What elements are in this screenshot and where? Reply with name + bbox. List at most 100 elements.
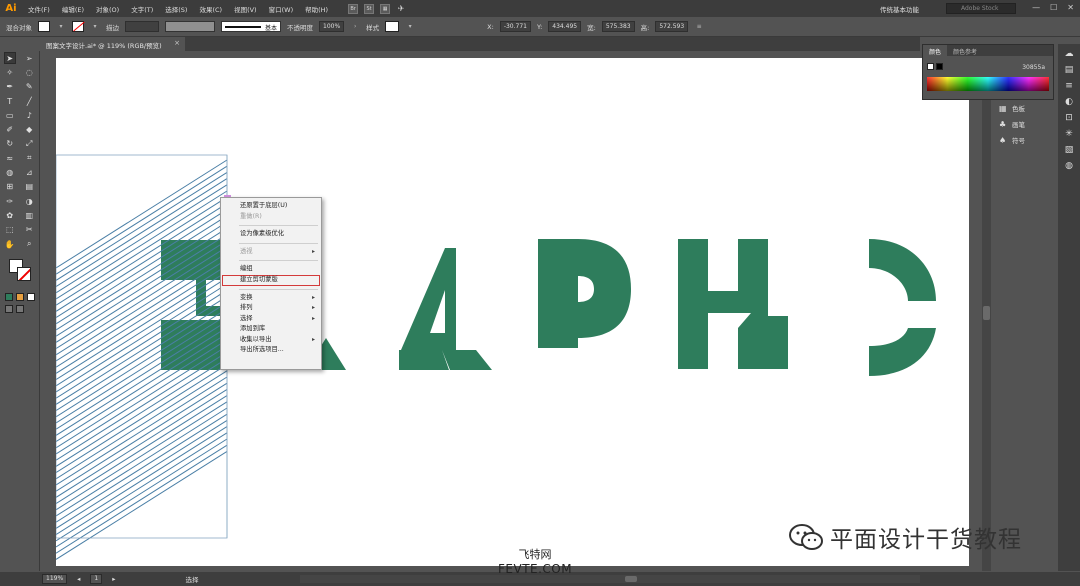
width-tool-icon[interactable]: ≈ [4,152,16,164]
fill-dropdown-icon[interactable]: ▾ [56,21,66,32]
rotate-tool-icon[interactable]: ↻ [4,138,16,150]
menu-item[interactable]: 选择(S) [159,4,193,14]
artboard[interactable] [55,58,969,566]
brush-definition[interactable]: 基本 [221,21,281,32]
zoom-field[interactable]: 119% [42,574,68,584]
menu-item[interactable]: 效果(C) [193,4,228,14]
menu-item[interactable]: 编辑(E) [56,4,90,14]
blend-tool-icon[interactable]: ◑ [23,195,35,207]
opacity-dropdown-icon[interactable]: › [350,21,360,32]
color-spectrum[interactable] [927,77,1049,91]
slice-tool-icon[interactable]: ✂ [23,224,35,236]
context-menu-item[interactable]: 收集以导出 ▸ [221,335,321,346]
menu-item[interactable]: 文件(F) [22,4,56,14]
type-tool-icon[interactable]: T [4,95,16,107]
stroke-dropdown-icon[interactable]: ▾ [90,21,100,32]
x-field[interactable]: -30.771 [499,21,531,32]
stroke-swatch[interactable] [72,21,84,32]
artboard-tool-icon[interactable]: ⬚ [4,224,16,236]
transparency-icon[interactable]: ◍ [1062,160,1076,172]
context-menu-item[interactable]: 编组 [221,264,321,275]
transform-icon[interactable]: ⊡ [1062,112,1076,124]
eraser-tool-icon[interactable]: ◆ [23,124,35,136]
maximize-button[interactable]: ☐ [1050,3,1057,12]
context-menu-item[interactable]: 还原置于底层(U) [221,201,321,212]
h-field[interactable]: 572.593 [655,21,689,32]
zoom-tool-icon[interactable]: ⌕ [23,238,35,250]
transform-options-icon[interactable]: ≡ [694,21,704,32]
shaper-tool-icon[interactable]: ✐ [4,124,16,136]
symbol-sprayer-tool-icon[interactable]: ✿ [4,209,16,221]
artboard-number-field[interactable]: 1 [90,574,103,584]
hex-value[interactable]: 30855a [1022,64,1045,71]
cp-stroke-swatch[interactable] [936,63,943,70]
rectangle-tool-icon[interactable]: ▭ [4,109,16,121]
draw-mode-button[interactable] [5,305,13,314]
vertical-scroll-thumb[interactable] [983,306,990,320]
brushes-panel-button[interactable]: ♣ 画笔 [993,116,1053,132]
properties-icon[interactable]: ▤ [1062,64,1076,76]
workspace-switcher[interactable]: 传统基本功能 [880,4,919,14]
menu-item[interactable]: 对象(O) [90,4,125,14]
next-artboard-icon[interactable]: ▸ [112,575,115,583]
scale-tool-icon[interactable]: ⤢ [23,138,35,150]
stroke-icon[interactable]: ✳ [1062,128,1076,140]
hand-tool-icon[interactable]: ✋ [4,238,16,250]
menu-item[interactable]: 文字(T) [125,4,159,14]
context-menu-item[interactable]: 设为像素级优化 [221,229,321,240]
horizontal-scrollbar[interactable] [300,575,920,583]
tab-color[interactable]: 颜色 [923,45,948,56]
line-tool-icon[interactable]: ╱ [23,95,35,107]
style-dropdown-icon[interactable]: ▾ [405,21,415,32]
stock-search-input[interactable]: Adobe Stock [946,3,1016,14]
opacity-field[interactable]: 100% [319,21,345,32]
tab-color-guide[interactable]: 颜色参考 [947,45,983,56]
eyedropper-tool-icon[interactable]: ✑ [4,195,16,207]
stroke-weight-field[interactable] [125,21,159,32]
free-transform-tool-icon[interactable]: ⌗ [23,152,35,164]
y-field[interactable]: 434.495 [548,21,582,32]
bridge-icon[interactable]: Br [348,3,359,14]
appearance-icon[interactable]: ◐ [1062,96,1076,108]
close-tab-icon[interactable]: × [174,39,180,47]
paintbrush-tool-icon[interactable]: ♪ [23,109,35,121]
gradient-tool-icon[interactable]: ▤ [23,181,35,193]
pen-tool-icon[interactable]: ✒ [4,81,16,93]
magic-wand-tool-icon[interactable]: ✧ [4,66,16,78]
none-mode-button[interactable] [27,293,35,302]
gradient-mode-button[interactable] [16,293,24,302]
horizontal-scroll-thumb[interactable] [625,576,637,582]
color-mode-button[interactable] [5,293,13,302]
lasso-tool-icon[interactable]: ◌ [23,66,35,78]
menu-item[interactable]: 视图(V) [228,4,263,14]
canvas-area[interactable] [40,51,969,571]
curvature-tool-icon[interactable]: ✎ [23,81,35,93]
make-clipping-mask-item[interactable]: 建立剪切蒙版 [222,274,320,286]
context-menu-item[interactable]: 选择 ▸ [221,314,321,325]
context-menu-item[interactable]: 变换 ▸ [221,293,321,304]
graphic-style-swatch[interactable] [385,21,400,32]
shape-builder-tool-icon[interactable]: ◍ [4,167,16,179]
direct-selection-tool-icon[interactable]: ➢ [23,52,35,64]
gradient-icon[interactable]: ▧ [1062,144,1076,156]
swatches-panel-button[interactable]: ▦ 色板 [993,100,1053,116]
libraries-icon[interactable]: ☁ [1062,48,1076,60]
menu-item[interactable]: 帮助(H) [299,4,334,14]
perspective-grid-tool-icon[interactable]: ⊿ [23,167,35,179]
layers-icon[interactable]: ≡ [1062,80,1076,92]
menu-item[interactable]: 窗口(W) [263,4,300,14]
selection-tool-icon[interactable]: ➤ [3,52,16,65]
w-field[interactable]: 575.383 [601,21,635,32]
gpu-icon[interactable]: ✈ [396,4,406,14]
stroke-label[interactable]: 描边 [106,22,119,32]
fill-swatch[interactable] [38,21,50,32]
context-menu-item[interactable]: 排列 ▸ [221,303,321,314]
workspace-grid-icon[interactable]: ▦ [380,3,391,14]
column-graph-tool-icon[interactable]: ▥ [23,209,35,221]
symbols-panel-button[interactable]: ♠ 符号 [993,132,1053,148]
minimize-button[interactable]: — [1032,3,1040,12]
mesh-tool-icon[interactable]: ⊞ [4,181,16,193]
prev-artboard-icon[interactable]: ◂ [77,575,80,583]
variable-width-profile[interactable] [165,21,215,32]
document-tab[interactable]: 图案文字设计.ai* @ 119% (RGB/预览) × [40,37,185,51]
